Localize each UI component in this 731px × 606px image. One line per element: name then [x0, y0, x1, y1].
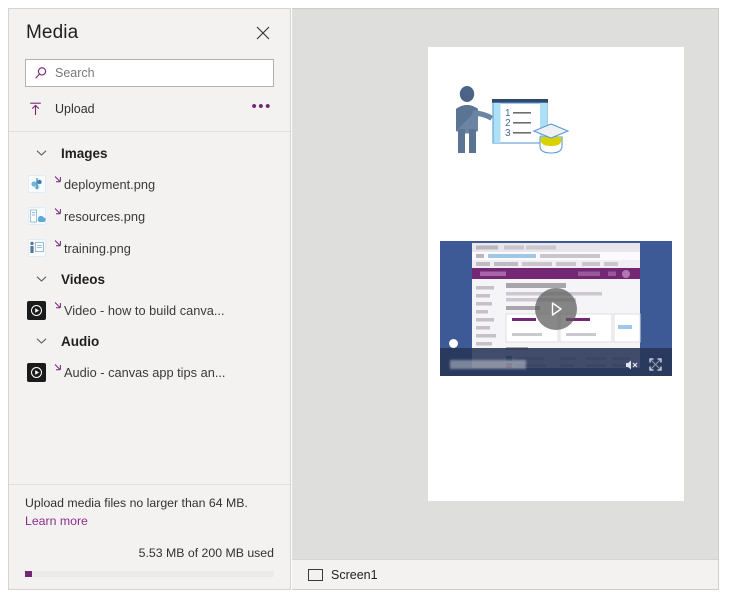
- storage-usage-fill: [25, 571, 32, 577]
- group-header-videos[interactable]: Videos: [9, 264, 290, 294]
- list-item[interactable]: Video - how to build canva...: [9, 294, 290, 326]
- file-name: Audio - canvas app tips an...: [64, 365, 225, 380]
- media-panel: Media: [8, 8, 291, 590]
- learn-more-link[interactable]: Learn more: [25, 513, 88, 530]
- training-illustration: 1 2 3: [446, 83, 594, 167]
- media-file-list: Images deployment.p: [9, 132, 290, 484]
- svg-text:3: 3: [505, 128, 511, 139]
- group-header-images[interactable]: Images: [9, 138, 290, 168]
- close-icon[interactable]: [250, 20, 276, 46]
- play-triangle-icon[interactable]: [535, 288, 577, 330]
- video-controls: [440, 348, 672, 376]
- screen-label: Screen1: [331, 568, 378, 582]
- canvas-status-bar: Screen1: [292, 559, 718, 589]
- video-time-label: [450, 360, 526, 369]
- image-thumbnail-icon: [27, 207, 46, 226]
- list-item[interactable]: deployment.png: [9, 168, 290, 200]
- more-options-button[interactable]: •••: [249, 97, 274, 121]
- panel-footer: Upload media files no larger than 64 MB.…: [9, 484, 290, 589]
- upload-icon: [25, 102, 45, 116]
- upload-limit-note: Upload media files no larger than 64 MB.: [25, 495, 274, 512]
- fullscreen-icon[interactable]: [649, 358, 662, 371]
- list-item[interactable]: resources.png: [9, 200, 290, 232]
- panel-title: Media: [26, 22, 250, 44]
- chevron-down-icon: [33, 275, 49, 283]
- new-badge-icon: [53, 301, 65, 320]
- search-box[interactable]: [25, 59, 274, 87]
- search-icon: [34, 66, 48, 80]
- new-badge-icon: [53, 175, 65, 194]
- group-header-audio[interactable]: Audio: [9, 326, 290, 356]
- new-badge-icon: [53, 363, 65, 382]
- search-container: [9, 59, 290, 87]
- mute-icon[interactable]: [625, 359, 638, 371]
- app-screen-preview[interactable]: 1 2 3: [428, 47, 684, 501]
- chevron-down-icon: [33, 337, 49, 345]
- upload-label: Upload: [55, 102, 249, 116]
- image-thumbnail-icon: [27, 175, 46, 194]
- search-input[interactable]: [55, 66, 265, 80]
- upload-button[interactable]: Upload •••: [25, 91, 274, 127]
- file-name: Video - how to build canva...: [64, 303, 225, 318]
- group-label: Videos: [61, 272, 105, 287]
- new-badge-icon: [53, 239, 65, 258]
- video-player[interactable]: [440, 241, 672, 376]
- storage-usage-label: 5.53 MB of 200 MB used: [25, 546, 274, 560]
- list-item[interactable]: training.png: [9, 232, 290, 264]
- image-thumbnail-icon: [27, 239, 46, 258]
- group-label: Images: [61, 146, 108, 161]
- group-label: Audio: [61, 334, 99, 349]
- video-progress-handle[interactable]: [449, 339, 458, 348]
- app-canvas-area: 1 2 3: [292, 8, 719, 590]
- screen-rectangle-icon: [308, 569, 323, 581]
- storage-usage-bar: [25, 571, 274, 577]
- panel-header: Media: [9, 9, 290, 57]
- media-play-icon: [27, 363, 46, 382]
- screen-selector[interactable]: Screen1: [308, 568, 378, 582]
- media-panel-screen: Media: [0, 0, 731, 606]
- file-name: training.png: [64, 241, 131, 256]
- media-play-icon: [27, 301, 46, 320]
- file-name: deployment.png: [64, 177, 155, 192]
- file-name: resources.png: [64, 209, 145, 224]
- chevron-down-icon: [33, 149, 49, 157]
- new-badge-icon: [53, 207, 65, 226]
- list-item[interactable]: Audio - canvas app tips an...: [9, 356, 290, 388]
